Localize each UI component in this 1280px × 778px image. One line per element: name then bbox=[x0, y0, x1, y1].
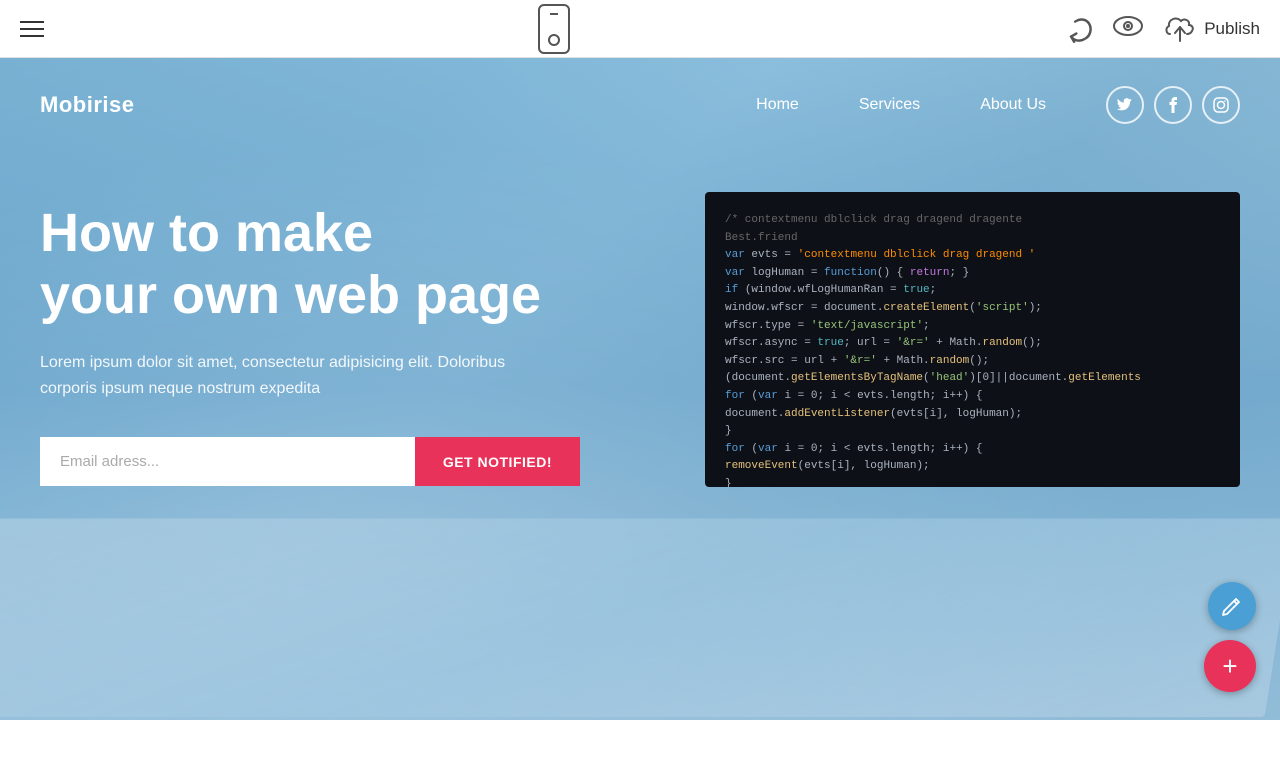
instagram-icon[interactable] bbox=[1202, 86, 1240, 124]
undo-icon[interactable] bbox=[1058, 8, 1098, 49]
hero-content: How to make your own web page Lorem ipsu… bbox=[0, 152, 1280, 487]
nav-about[interactable]: About Us bbox=[980, 96, 1046, 114]
hero-text: How to make your own web page Lorem ipsu… bbox=[40, 202, 580, 486]
hero-subtitle: Lorem ipsum dolor sit amet, consectetur … bbox=[40, 350, 560, 401]
main-content: Mobirise Home Services About Us bbox=[0, 58, 1280, 720]
email-input[interactable] bbox=[40, 437, 415, 486]
notify-button[interactable]: GET NOTIFIED! bbox=[415, 437, 580, 486]
hamburger-menu[interactable] bbox=[20, 21, 44, 37]
twitter-icon[interactable] bbox=[1106, 86, 1144, 124]
nav-services[interactable]: Services bbox=[859, 96, 920, 114]
eye-icon[interactable] bbox=[1112, 15, 1144, 42]
publish-button[interactable]: Publish bbox=[1164, 16, 1260, 42]
site-logo: Mobirise bbox=[40, 92, 134, 118]
hero-title-line1: How to make bbox=[40, 203, 373, 263]
code-screenshot: /* contextmenu dblclick drag dragend dra… bbox=[705, 192, 1240, 487]
code-content: /* contextmenu dblclick drag dragend dra… bbox=[705, 192, 1240, 487]
fab-edit-button[interactable] bbox=[1208, 582, 1256, 630]
hero-title: How to make your own web page bbox=[40, 202, 580, 326]
toolbar-center bbox=[538, 4, 570, 54]
nav-links: Home Services About Us bbox=[756, 86, 1240, 124]
publish-label: Publish bbox=[1204, 19, 1260, 39]
toolbar-left bbox=[20, 21, 44, 37]
mobile-preview-icon[interactable] bbox=[538, 4, 570, 54]
nav-home[interactable]: Home bbox=[756, 96, 799, 114]
facebook-icon[interactable] bbox=[1154, 86, 1192, 124]
hero-title-line2: your own web page bbox=[40, 265, 541, 325]
toolbar: Publish bbox=[0, 0, 1280, 58]
social-icons bbox=[1106, 86, 1240, 124]
fab-add-button[interactable]: + bbox=[1204, 640, 1256, 692]
email-form: GET NOTIFIED! bbox=[40, 437, 580, 486]
toolbar-right: Publish bbox=[1064, 13, 1260, 44]
site-navbar: Mobirise Home Services About Us bbox=[0, 58, 1280, 152]
